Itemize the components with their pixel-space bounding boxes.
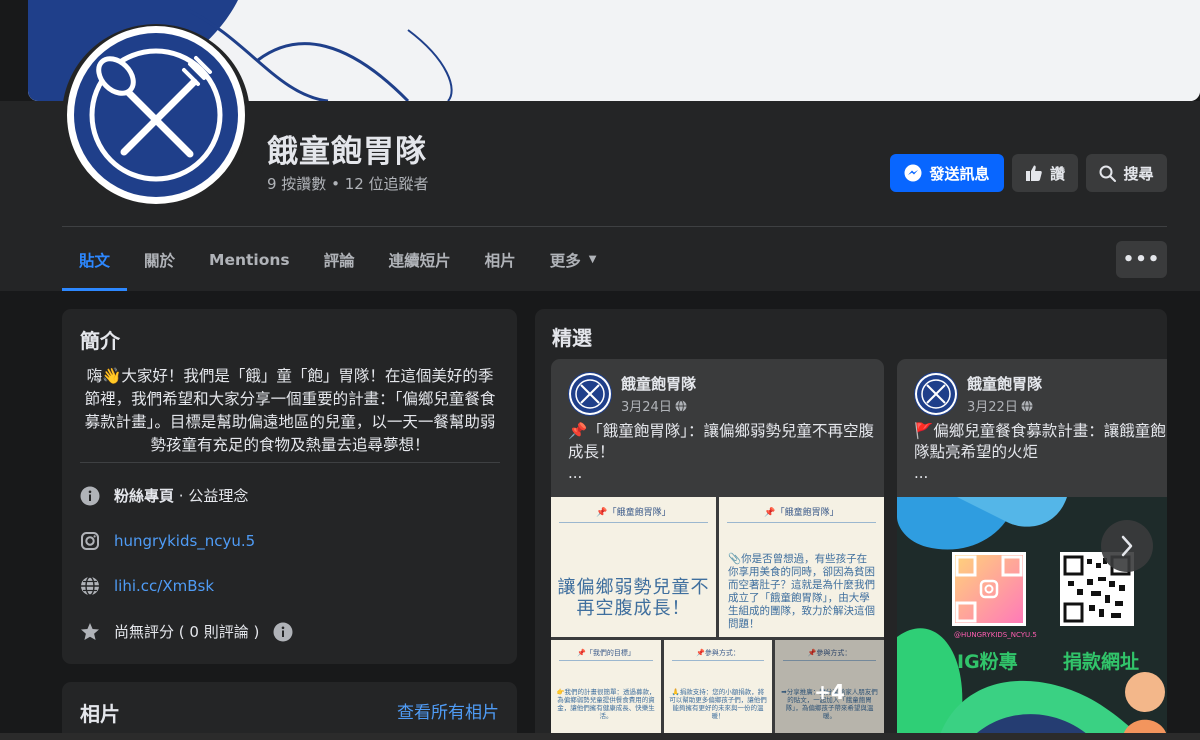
intro-divider (80, 462, 500, 463)
post-image[interactable]: 📌參與方式： ➡分享推廣：請分享給家人朋友們的貼文，一起加入「餓童飽胃隊」，為偏… (775, 640, 884, 740)
post-author[interactable]: 餓童飽胃隊 (967, 373, 1042, 394)
tab-label: 關於 (144, 251, 176, 270)
photos-card: 相片 查看所有相片 (62, 682, 517, 740)
send-message-button[interactable]: 發送訊息 (890, 154, 1004, 192)
tab-mentions[interactable]: Mentions (192, 228, 307, 291)
category-text: 粉絲專頁 · 公益理念 (114, 485, 248, 506)
post-image[interactable]: 📌「我們的目標」 👉我們的計畫很簡單：透過募款，為偏鄉弱勢兒童提供餐食費用的資金… (551, 640, 661, 740)
image-caption: 📌參與方式： (696, 649, 740, 657)
messenger-icon (904, 164, 922, 182)
image-body: 🙏捐款支持：您的小額捐款，將可以幫助更多偏鄉孩子們，讓他們能夠擁有更好的未來與一… (669, 688, 767, 720)
tab-label: 貼文 (79, 251, 111, 270)
featured-card: 精選 餓童飽胃隊 3月24日 📌「餓童飽胃隊」：讓偏鄉弱勢兒童不再空腹成長！ .… (535, 309, 1167, 740)
search-icon (1099, 165, 1117, 182)
post-date-text: 3月24日 (621, 400, 672, 415)
image-body: 📎你是否曾想過，有些孩子在你享用美食的同時，卻因為貧困而空著肚子？這就是為什麼我… (728, 553, 875, 630)
instagram-link[interactable]: hungrykids_ncyu.5 (114, 532, 255, 550)
tab-about[interactable]: 關於 (127, 228, 192, 291)
window-bottom-edge (0, 733, 1200, 740)
globe-icon (675, 399, 687, 412)
intro-text: 嗨👋大家好！我們是「餓」童「飽」胃隊！在這個美好的季節裡，我們希望和大家分享一個… (84, 367, 496, 454)
thumbs-up-icon (1025, 165, 1042, 181)
category-row: 粉絲專頁 · 公益理念 (80, 485, 248, 506)
caret-down-icon: ▼ (588, 254, 597, 265)
carousel-next-button[interactable] (1101, 520, 1153, 572)
photos-title: 相片 (80, 702, 120, 726)
image-caption: 📌「餓童飽胃隊」 (764, 508, 839, 518)
tab-label: 連續短片 (388, 251, 451, 270)
page-stats[interactable]: 9 按讚數 • 12 位追蹤者 (267, 173, 429, 194)
category-type: 粉絲專頁 (114, 487, 175, 505)
image-rule (559, 660, 653, 661)
image-body: 👉我們的計畫很簡單：透過募款，為偏鄉弱勢兒童提供餐食費用的資金，讓他們擁有健康成… (556, 688, 656, 720)
page-title: 餓童飽胃隊 (267, 134, 427, 170)
search-button[interactable]: 搜尋 (1086, 154, 1167, 192)
tab-reviews[interactable]: 評論 (307, 228, 372, 291)
post-ellipsis: ... (568, 464, 583, 482)
info-icon (80, 486, 100, 506)
globe-icon (1021, 399, 1033, 412)
globe-icon (80, 576, 100, 596)
tab-reels[interactable]: 連續短片 (372, 228, 468, 291)
header-divider (62, 226, 1167, 227)
tab-label: Mentions (209, 250, 290, 269)
send-message-label: 發送訊息 (929, 164, 990, 183)
page-avatar[interactable] (62, 24, 250, 207)
tab-label: 更多 (549, 251, 581, 270)
image-rule (559, 522, 708, 523)
instagram-icon (80, 531, 100, 551)
like-page-button[interactable]: 讚 (1012, 154, 1078, 192)
tab-photos[interactable]: 相片 (468, 228, 533, 291)
author-avatar[interactable] (914, 372, 958, 416)
rating-text: 尚無評分 ( 0 則評論 ) (114, 623, 260, 641)
instagram-row: hungrykids_ncyu.5 (80, 531, 255, 551)
like-label: 讚 (1049, 164, 1065, 183)
tab-posts[interactable]: 貼文 (62, 228, 128, 291)
post-image[interactable]: 📌「餓童飽胃隊」 📎你是否曾想過，有些孩子在你享用美食的同時，卻因為貧困而空著肚… (719, 497, 884, 637)
tab-label: 評論 (323, 251, 355, 270)
featured-title: 精選 (552, 326, 592, 350)
author-avatar[interactable] (568, 372, 612, 416)
qr-code[interactable] (952, 552, 1026, 626)
spoon-fork-logo-icon (915, 373, 957, 415)
category-name: · 公益理念 (174, 487, 249, 505)
post-date[interactable]: 3月24日 (621, 396, 687, 415)
donate-url-label: 捐款網址 (1063, 651, 1140, 673)
chevron-right-icon (1121, 535, 1133, 557)
website-link[interactable]: lihi.cc/XmBsk (114, 577, 214, 595)
more-options-button[interactable]: ••• (1116, 241, 1167, 278)
website-row: lihi.cc/XmBsk (80, 576, 214, 596)
post-text: 📌「餓童飽胃隊」：讓偏鄉弱勢兒童不再空腹成長！ (568, 422, 875, 461)
image-rule (672, 660, 764, 661)
search-label: 搜尋 (1123, 164, 1154, 183)
post-date[interactable]: 3月22日 (967, 396, 1033, 415)
qr-caption: @HUNGRYKIDS_NCYU.5 (954, 631, 1037, 639)
image-rule (727, 522, 876, 523)
page-tabs: 貼文 關於 Mentions 評論 連續短片 相片 更多 ▼ (62, 228, 613, 291)
see-all-photos-link[interactable]: 查看所有相片 (397, 698, 499, 723)
intro-title: 簡介 (80, 329, 120, 353)
post-image[interactable]: 📌參與方式： 🙏捐款支持：您的小額捐款，將可以幫助更多偏鄉孩子們，讓他們能夠擁有… (664, 640, 772, 740)
intro-card: 簡介 嗨👋大家好！我們是「餓」童「飽」胃隊！在這個美好的季節裡，我們希望和大家分… (62, 309, 517, 664)
star-icon (80, 622, 100, 642)
spoon-fork-logo-icon (67, 26, 245, 204)
post-image[interactable]: 📌「餓童飽胃隊」 讓偏鄉弱勢兒童不再空腹成長！ (551, 497, 716, 637)
image-title: 讓偏鄉弱勢兒童不再空腹成長！ (557, 577, 710, 619)
spoon-fork-logo-icon (569, 373, 611, 415)
image-caption: 📌「餓童飽胃隊」 (596, 508, 671, 518)
post-text: 🚩偏鄉兒童餐食募款計畫：讓餓童飽胃隊點亮希望的火炬 (914, 422, 1167, 461)
post-date-text: 3月22日 (967, 400, 1018, 415)
rating-row: 尚無評分 ( 0 則評論 ) (80, 621, 293, 642)
post-author[interactable]: 餓童飽胃隊 (621, 373, 696, 394)
tab-more[interactable]: 更多 ▼ (533, 228, 614, 291)
info-icon[interactable] (273, 622, 293, 642)
image-caption: 📌「我們的目標」 (577, 649, 635, 657)
tab-label: 相片 (484, 251, 516, 270)
more-photos-overlay[interactable]: +4 (775, 640, 884, 740)
ig-page-label: IG粉專 (957, 651, 1018, 673)
featured-post[interactable]: 餓童飽胃隊 3月24日 📌「餓童飽胃隊」：讓偏鄉弱勢兒童不再空腹成長！ ... … (551, 359, 884, 740)
post-ellipsis: ... (914, 464, 929, 482)
